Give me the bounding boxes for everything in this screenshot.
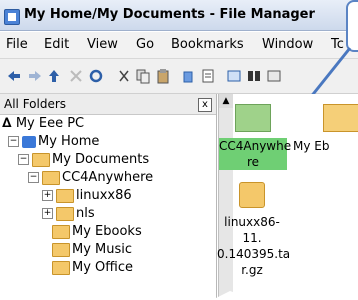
tree-item-label: My Office [72,260,133,275]
collapse-toggle[interactable]: − [8,136,19,147]
folder-icon [52,224,70,239]
tree-item-my-home[interactable]: − My Home [8,133,99,151]
file-item-my-ebooks[interactable]: My Eb [293,104,358,154]
folder-icon [56,206,74,221]
file-item-archive[interactable]: linuxx86-11. 0.140395.ta r.gz [217,182,291,278]
folder-icon [56,188,74,203]
collapse-toggle[interactable]: − [18,154,29,165]
home-icon [22,135,36,148]
tree-item-label: linuxx86 [76,188,132,203]
tree-item-my-office[interactable]: My Office [52,259,133,277]
file-item-cc4anywhere[interactable]: CC4Anywhe re [219,104,292,170]
tree-item-my-eee-pc[interactable]: 𝚫 My Eee PC [2,115,84,133]
tree-item-label: My Ebooks [72,224,142,239]
tree-item-label: CC4Anywhere [62,170,154,185]
tree-item-label: My Home [38,134,100,149]
tree-item-my-documents[interactable]: − My Documents [18,151,149,169]
computer-icon: 𝚫 [2,116,12,131]
sidebar-close-button[interactable]: x [198,98,212,112]
folder-icon [52,242,70,257]
tree-item-cc4anywhere[interactable]: − CC4Anywhere [28,169,153,187]
collapse-toggle[interactable]: − [28,172,39,183]
folder-icon [323,104,358,132]
expand-toggle[interactable]: + [42,208,53,219]
tree-item-my-music[interactable]: My Music [52,241,132,259]
tree-item-label: My Eee PC [15,116,85,131]
sidebar-title: All Folders [4,97,67,111]
tree-item-nls[interactable]: + nls [42,205,95,223]
folder-tree-panel: All Folders x 𝚫 My Eee PC − My Home − My D… [0,94,217,300]
torn-edge [0,290,358,300]
file-label-selected: CC4Anywhe re [219,138,292,170]
file-view: CC4Anywhe re My Eb linuxx86-11. 0.140395… [217,94,358,300]
archive-icon [239,182,265,208]
folder-icon [42,170,60,185]
folder-icon [52,260,70,275]
tree-item-label: nls [76,206,95,221]
tree-item-my-ebooks[interactable]: My Ebooks [52,223,142,241]
expand-toggle[interactable]: + [42,190,53,201]
tree-item-linuxx86[interactable]: + linuxx86 [42,187,132,205]
file-label: linuxx86-11. 0.140395.ta r.gz [217,215,291,277]
tree-item-label: My Documents [52,152,150,167]
folder-icon [32,152,50,167]
sidebar-header: All Folders x [0,94,216,115]
tree-item-label: My Music [72,242,133,257]
folder-icon [235,104,271,132]
file-label: My Eb [293,139,330,153]
